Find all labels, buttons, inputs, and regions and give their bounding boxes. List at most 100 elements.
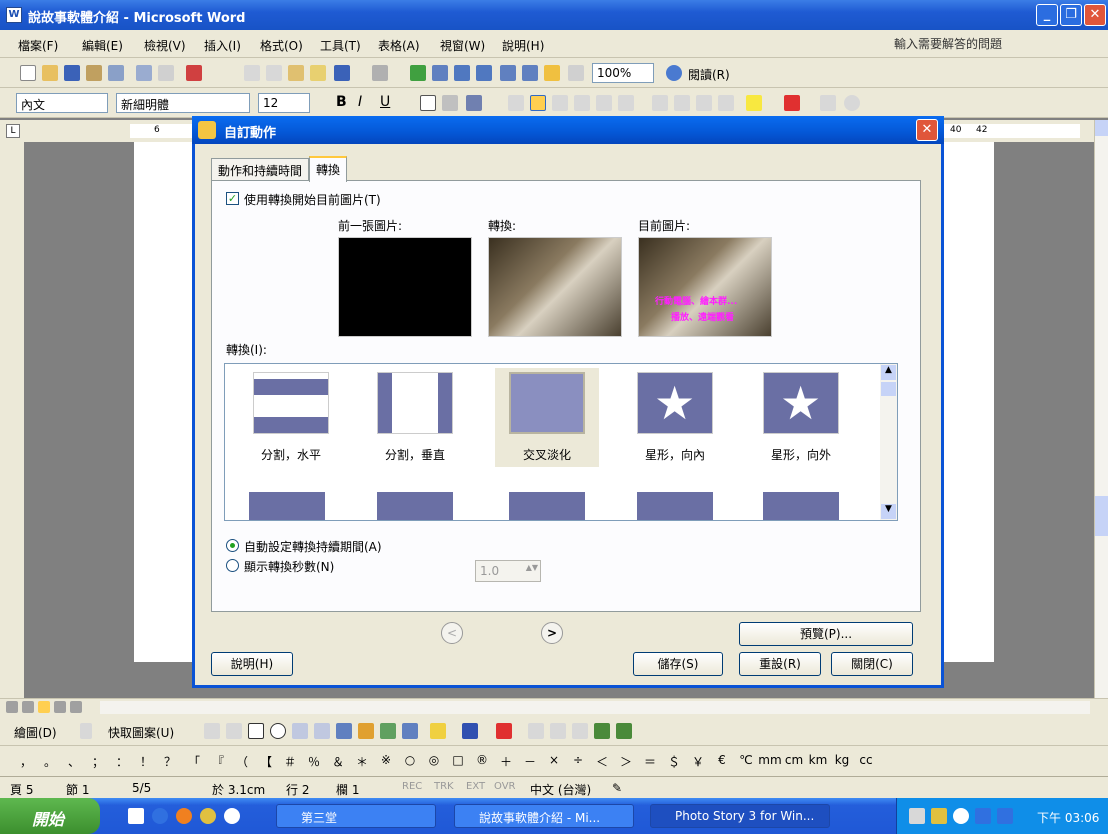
symbol-button[interactable]: 、 [62, 753, 86, 770]
text-box-icon[interactable] [292, 723, 308, 739]
line-color-icon[interactable] [462, 723, 478, 739]
vertical-scrollbar[interactable] [1094, 120, 1108, 698]
menu-table[interactable]: 表格(A) [378, 37, 420, 54]
bold-button[interactable]: B [336, 94, 347, 110]
show-seconds-radio[interactable] [226, 559, 239, 572]
fill-color-icon[interactable] [430, 723, 446, 739]
previous-nav-button[interactable]: < [441, 622, 463, 644]
tray-icon[interactable] [975, 808, 991, 824]
reset-button[interactable]: 重設(R) [739, 652, 821, 676]
read-button[interactable]: 閱讀(R) [688, 66, 730, 83]
font-select[interactable]: 新細明體 [116, 93, 250, 113]
symbol-button[interactable]: ＆ [326, 753, 350, 770]
symbol-button[interactable]: ○ [398, 753, 422, 770]
paste-icon[interactable] [288, 65, 304, 81]
rectangle-icon[interactable] [248, 723, 264, 739]
font-size-select[interactable]: 12 [258, 93, 310, 113]
arrow-icon[interactable] [226, 723, 242, 739]
transition-star-out[interactable]: ★ 星形，向外 [749, 372, 853, 463]
italic-button[interactable]: I [358, 94, 362, 110]
menu-format[interactable]: 格式(O) [260, 37, 303, 54]
transition-item-partial[interactable] [509, 492, 585, 520]
traditional-chinese-icon[interactable] [186, 65, 202, 81]
symbol-button[interactable]: ： [110, 753, 134, 770]
symbol-button[interactable]: ！ [134, 753, 158, 770]
print-icon[interactable] [108, 65, 124, 81]
vertical-ruler[interactable] [0, 142, 24, 698]
line-icon[interactable] [204, 723, 220, 739]
save-icon[interactable] [64, 65, 80, 81]
transition-item-partial[interactable] [763, 492, 839, 520]
media-icon[interactable] [176, 808, 192, 824]
next-nav-button[interactable]: > [541, 622, 563, 644]
scroll-up-icon[interactable]: ▲ [881, 365, 896, 380]
justify-icon[interactable] [574, 95, 590, 111]
columns-icon[interactable] [500, 65, 516, 81]
tab-transition[interactable]: 轉換 [309, 156, 348, 182]
symbol-button[interactable]: 「 [182, 753, 206, 770]
symbol-button[interactable]: ＋ [494, 753, 518, 770]
symbol-button[interactable]: × [542, 753, 566, 770]
enclose-char-icon[interactable] [844, 95, 860, 111]
quick-launch-icon[interactable] [200, 808, 216, 824]
symbol-button[interactable]: ＊ [350, 753, 374, 770]
spelling-status-icon[interactable]: ✎ [612, 781, 622, 795]
help-question-box[interactable]: 輸入需要解答的問題 [894, 35, 1084, 53]
use-transition-checkbox[interactable]: ✓ [226, 192, 239, 205]
task-folder[interactable]: 第三堂 [276, 804, 436, 828]
print-preview-icon[interactable] [136, 65, 152, 81]
hyperlink-icon[interactable] [410, 65, 426, 81]
status-mode-rec[interactable]: REC [402, 781, 422, 792]
diagram-icon[interactable] [358, 723, 374, 739]
transition-cross-fade[interactable]: 交叉淡化 [495, 368, 599, 467]
symbol-button[interactable]: □ [446, 753, 470, 770]
phonetic-guide-icon[interactable] [820, 95, 836, 111]
symbol-button[interactable]: ＄ [662, 753, 686, 770]
scroll-thumb[interactable] [881, 382, 896, 396]
close-button[interactable]: 關閉(C) [831, 652, 913, 676]
symbol-button[interactable]: ÷ [566, 753, 590, 770]
tray-icon[interactable] [931, 808, 947, 824]
symbol-button[interactable]: ℃ [734, 753, 758, 770]
preview-button[interactable]: 預覽(P)... [739, 622, 913, 646]
symbol-button[interactable]: ® [470, 753, 494, 770]
save-button[interactable]: 儲存(S) [633, 652, 723, 676]
reading-view-icon[interactable] [70, 701, 82, 713]
show-desktop-icon[interactable] [128, 808, 144, 824]
transition-item-partial[interactable] [249, 492, 325, 520]
vertical-text-box-icon[interactable] [314, 723, 330, 739]
symbol-button[interactable]: ＃ [278, 753, 302, 770]
symbol-button[interactable]: ％ [302, 753, 326, 770]
shadow-style-icon[interactable] [594, 723, 610, 739]
transition-item-partial[interactable] [377, 492, 453, 520]
transitions-scrollbar[interactable]: ▲ ▼ [880, 364, 897, 520]
format-painter-icon[interactable] [310, 65, 326, 81]
tab-selector[interactable]: L [6, 124, 20, 138]
picture-icon[interactable] [402, 723, 418, 739]
tray-icon[interactable] [997, 808, 1013, 824]
style-select[interactable]: 內文 [16, 93, 108, 113]
align-center-icon[interactable] [530, 95, 546, 111]
increase-indent-icon[interactable] [718, 95, 734, 111]
outline-view-icon[interactable] [54, 701, 66, 713]
task-word[interactable]: 說故事軟體介紹 - Mi... [454, 804, 634, 828]
bullets-icon[interactable] [674, 95, 690, 111]
word-app-icon[interactable]: W [6, 7, 22, 23]
spelling-icon[interactable] [158, 65, 174, 81]
open-icon[interactable] [42, 65, 58, 81]
transition-item-partial[interactable] [637, 492, 713, 520]
draw-font-color-icon[interactable] [496, 723, 512, 739]
symbol-button[interactable]: ＝ [638, 753, 662, 770]
symbol-button[interactable]: 『 [206, 753, 230, 770]
menu-window[interactable]: 視窗(W) [440, 37, 485, 54]
zoom-select[interactable]: 100% [592, 63, 654, 83]
symbol-button[interactable]: kg [830, 753, 854, 770]
symbol-button[interactable]: ＜ [590, 753, 614, 770]
show-hide-icon[interactable] [568, 65, 584, 81]
align-left-icon[interactable] [508, 95, 524, 111]
symbol-button[interactable]: 。 [38, 753, 62, 770]
symbol-button[interactable]: cc [854, 753, 878, 770]
horizontal-scrollbar[interactable] [100, 701, 1090, 714]
symbol-button[interactable]: － [518, 753, 542, 770]
permission-icon[interactable] [86, 65, 102, 81]
